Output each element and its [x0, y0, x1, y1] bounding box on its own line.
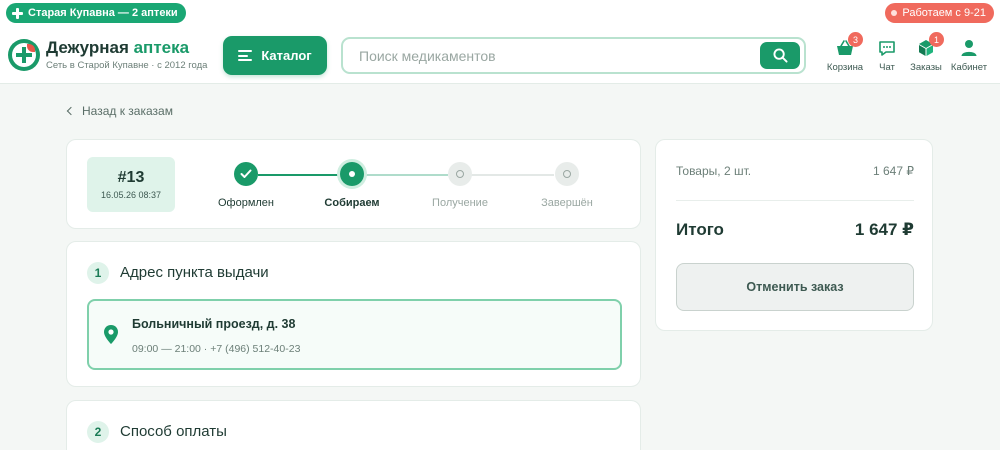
nav-cabinet-label: Кабинет [950, 62, 988, 73]
step-pickup: Получение [420, 162, 500, 209]
chat-icon [879, 41, 895, 56]
user-icon [961, 40, 977, 56]
step-pending-icon [555, 162, 579, 186]
city-selector[interactable]: Старая Купавна — 2 аптеки [6, 3, 186, 23]
site-header: Дежурная аптека Сеть в Старой Купавне · … [0, 26, 1000, 84]
step-pending-icon [448, 162, 472, 186]
items-row: Товары, 2 шт. 1 647 ₽ [676, 164, 914, 178]
step-completed: Завершён [527, 162, 607, 209]
top-strip: Старая Купавна — 2 аптеки Работаем с 9-2… [0, 0, 1000, 26]
section-title: Адрес пункта выдачи [120, 264, 269, 281]
back-to-orders-link[interactable]: Назад к заказам [66, 104, 173, 118]
divider [676, 200, 914, 201]
total-value: 1 647 ₽ [854, 220, 914, 239]
step-label: Получение [432, 197, 488, 209]
order-number-badge: #13 16.05.26 08:37 [87, 157, 175, 212]
items-value: 1 647 ₽ [873, 164, 914, 178]
step-label: Оформлен [217, 197, 274, 209]
items-label: Товары, 2 шт. [676, 164, 752, 178]
menu-icon [238, 50, 253, 61]
pharmacy-cross-icon [12, 7, 23, 19]
step-label: Завершён [541, 197, 593, 209]
search-bar [341, 37, 806, 74]
order-number: #13 [117, 169, 145, 186]
pickup-address: Больничный проезд, д. 38 [132, 317, 296, 331]
order-datetime: 16.05.26 08:37 [100, 190, 162, 200]
catalog-label: Каталог [261, 48, 312, 63]
order-summary-card: Товары, 2 шт. 1 647 ₽ Итого 1 647 ₽ Отме… [655, 139, 933, 331]
logo-icon[interactable] [8, 39, 40, 71]
basket-count-badge: 3 [848, 32, 863, 47]
section-number: 1 [87, 262, 109, 284]
payment-method-card: 2 Способ оплаты [66, 400, 641, 450]
nav-orders-label: Заказы [910, 62, 942, 73]
nav-chat[interactable]: Чат [865, 38, 909, 76]
order-status-card: #13 16.05.26 08:37 Оформлен Собираем Пол… [66, 139, 641, 229]
working-hours-label: Работаем с 9-21 [902, 7, 986, 19]
cancel-order-button[interactable]: Отменить заказ [676, 263, 914, 311]
catalog-button[interactable]: Каталог [223, 36, 327, 75]
brand-tagline: Сеть в Старой Купавне · с 2012 года [46, 60, 208, 71]
orders-count-badge: 1 [929, 32, 944, 47]
nav-basket[interactable]: 3 Корзина [823, 32, 867, 76]
city-label: Старая Купавна — 2 аптеки [28, 7, 178, 19]
pickup-point-option[interactable]: Больничный проезд, д. 38 09:00 — 21:00 ·… [87, 299, 622, 370]
pickup-hours-phone: 09:00 — 21:00 · +7 (496) 512-40-23 [132, 343, 301, 355]
section-number: 2 [87, 421, 109, 443]
step-assembling: Собираем [312, 162, 392, 209]
back-link-label: Назад к заказам [82, 104, 173, 118]
working-hours-badge: Работаем с 9-21 [885, 3, 994, 23]
nav-orders[interactable]: 1 Заказы [904, 32, 948, 76]
total-label: Итого [676, 220, 724, 239]
search-icon [772, 48, 788, 63]
search-button[interactable] [760, 42, 800, 69]
total-row: Итого 1 647 ₽ [676, 220, 914, 240]
brand-name[interactable]: Дежурная аптека [46, 38, 189, 58]
brand-name-part1: Дежурная [46, 38, 129, 57]
search-input[interactable] [359, 46, 749, 66]
brand-name-part2: аптека [133, 38, 190, 57]
nav-chat-label: Чат [879, 62, 895, 73]
section-title: Способ оплаты [120, 423, 227, 440]
pickup-address-card: 1 Адрес пункта выдачи Больничный проезд,… [66, 241, 641, 387]
nav-basket-label: Корзина [826, 62, 864, 73]
location-pin-icon [104, 325, 118, 344]
step-placed: Оформлен [206, 162, 286, 209]
nav-cabinet[interactable]: Кабинет [947, 38, 991, 76]
step-active-dot-icon [340, 162, 364, 186]
step-done-check-icon [234, 162, 258, 186]
status-dot-icon [891, 10, 898, 16]
step-label: Собираем [324, 197, 380, 209]
chevron-left-icon [66, 106, 76, 116]
